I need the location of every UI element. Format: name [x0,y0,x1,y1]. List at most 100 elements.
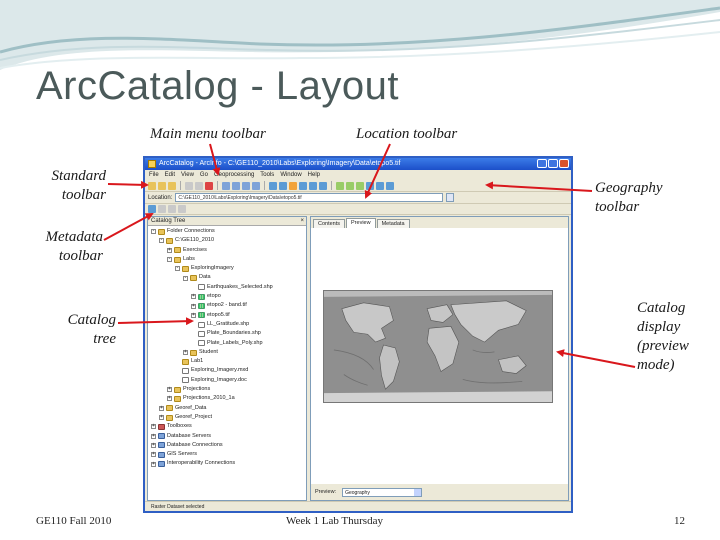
callout-main-menu: Main menu toolbar [150,126,266,142]
tree-node[interactable]: + Georef_Data [148,404,306,413]
tree-node-label: etopo [207,293,221,300]
window-titlebar[interactable]: ArcCatalog - ArcInfo - C:\GE110_2010\Lab… [145,158,571,170]
zoom-in-icon[interactable] [336,181,344,190]
collapse-icon[interactable]: - [151,229,156,235]
details-icon[interactable] [242,181,250,190]
tab-metadata[interactable]: Metadata [376,219,410,228]
menu-item-edit[interactable]: Edit [165,170,175,180]
catalog-tree-icon[interactable] [279,181,287,190]
launch-arcmap-icon[interactable] [269,181,277,190]
up-one-level-icon[interactable] [148,181,156,190]
maximize-button[interactable] [548,159,558,168]
tree-node[interactable]: Exploring_Imagery.doc [148,376,306,385]
disconnect-folder-icon[interactable] [168,181,176,190]
tree-node[interactable]: LL_Gratitude.shp [148,320,306,329]
export-metadata-icon[interactable] [178,205,186,213]
expand-icon[interactable]: + [151,452,156,458]
expand-icon[interactable]: + [191,303,196,309]
tree-node[interactable]: - Labs [148,255,306,264]
expand-icon[interactable]: + [167,387,172,393]
tree-node[interactable]: Exploring_Imagery.mxd [148,366,306,375]
tree-node[interactable]: + Database Servers [148,432,306,441]
paste-icon[interactable] [195,181,203,190]
connect-folder-icon[interactable] [158,181,166,190]
edit-metadata-icon[interactable] [148,205,156,213]
expand-icon[interactable]: + [183,350,188,355]
menu-item-tools[interactable]: Tools [260,170,274,180]
menu-item-geoprocessing[interactable]: Geoprocessing [214,170,254,180]
tree-node[interactable]: + Georef_Project [148,413,306,422]
zoom-out-icon[interactable] [346,181,354,190]
tree-node[interactable]: - C:\GE110_2010 [148,236,306,245]
menu-item-window[interactable]: Window [280,170,301,180]
expand-icon[interactable]: + [151,424,156,430]
tree-node-label: Projections_2010_1a [183,395,235,402]
metadata-toolbar [145,204,571,215]
expand-icon[interactable]: + [167,396,172,402]
tree-node-label: Plate_Labels_Poly.shp [207,339,263,346]
tree-node[interactable]: + Interoperability Connections [148,459,306,468]
tree-node[interactable]: - ExploringImagery [148,264,306,273]
copy-icon[interactable] [185,181,193,190]
identify-icon[interactable] [376,181,384,190]
expand-icon[interactable]: + [191,294,196,300]
menu-item-view[interactable]: View [181,170,194,180]
arctoolbox-icon[interactable] [299,181,307,190]
preview-mode-select[interactable]: Geography [342,487,423,497]
tree-node[interactable]: + Database Connections [148,441,306,450]
location-dropdown-button[interactable] [446,193,455,202]
tree-node[interactable]: - Folder Connections [148,227,306,236]
menu-item-file[interactable]: File [149,170,159,180]
import-metadata-icon[interactable] [168,205,176,213]
tree-node[interactable]: - Data [148,273,306,282]
expand-icon[interactable]: + [151,442,156,448]
metadata-properties-icon[interactable] [158,205,166,213]
tree-node[interactable]: + Exercises [148,246,306,255]
main-menu-toolbar: File Edit View Go Geoprocessing Tools Window He… [145,170,571,180]
python-window-icon[interactable] [309,181,317,190]
expand-icon[interactable]: + [167,247,172,253]
model-builder-icon[interactable] [319,181,327,190]
tree-node[interactable]: + Student [148,348,306,357]
list-icon[interactable] [232,181,240,190]
thumbnails-icon[interactable] [252,181,260,190]
tab-preview[interactable]: Preview [346,218,376,228]
menu-item-go[interactable]: Go [200,170,208,180]
close-button[interactable] [559,159,569,168]
menu-item-help[interactable]: Help [308,170,320,180]
expand-icon[interactable]: + [191,312,196,318]
tree-node[interactable]: + etopo2 - band.tif [148,301,306,310]
expand-icon[interactable]: + [151,433,156,439]
tab-contents[interactable]: Contents [313,219,346,228]
tree-node-label: Data [199,274,211,281]
collapse-icon[interactable]: - [159,238,164,244]
expand-icon[interactable]: + [151,461,156,467]
minimize-button[interactable] [537,159,547,168]
search-icon[interactable] [289,181,297,190]
expand-icon[interactable]: + [159,415,164,421]
tree-node-label: Georef_Project [175,413,212,420]
collapse-icon[interactable]: - [175,266,180,272]
tree-node[interactable]: Plate_Boundaries.shp [148,329,306,338]
tree-node[interactable]: + Projections_2010_1a [148,394,306,403]
tree-node[interactable]: Plate_Labels_Poly.shp [148,339,306,348]
close-pane-icon[interactable]: × [300,217,304,226]
pan-icon[interactable] [356,181,364,190]
tree-node[interactable]: + Toolboxes [148,422,306,431]
tree-node[interactable]: Earthquakes_Selected.shp [148,283,306,292]
tree-node[interactable]: + etopo [148,292,306,301]
tree-node[interactable]: Lab1 [148,357,306,366]
collapse-icon[interactable]: - [167,257,172,263]
tree-node[interactable]: + Projections [148,385,306,394]
delete-icon[interactable] [205,181,213,190]
location-input[interactable]: C:\GE110_2010\Labs\Exploring\Imagery\Dat… [175,193,444,202]
catalog-panes: Catalog Tree × - Folder Connections - C:\GE… [145,216,571,501]
full-extent-icon[interactable] [366,181,374,190]
tree-node[interactable]: + etopo5.tif [148,311,306,320]
collapse-icon[interactable]: - [183,275,188,281]
create-thumbnail-icon[interactable] [386,181,394,190]
expand-icon[interactable]: + [159,405,164,411]
callout-catalog-display: Catalog display (preview mode) [637,300,689,373]
tree-node[interactable]: + GIS Servers [148,450,306,459]
large-icons-icon[interactable] [222,181,230,190]
